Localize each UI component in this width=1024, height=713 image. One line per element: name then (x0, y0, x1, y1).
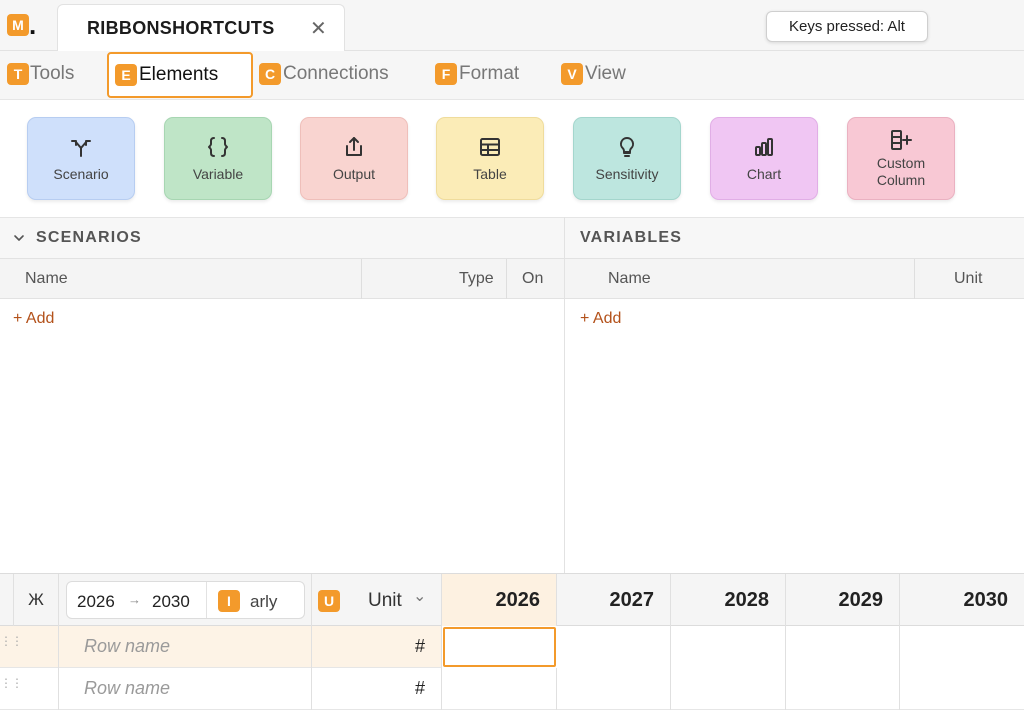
row-unit-value: # (415, 678, 426, 698)
share-icon (346, 136, 362, 156)
keytip-m: M (7, 14, 29, 36)
add-variable-link[interactable]: + Add (580, 310, 621, 328)
grid-corner-button[interactable]: Ж (14, 574, 59, 626)
keytip-v: V (561, 63, 583, 85)
value-cell[interactable] (786, 668, 900, 710)
tab-connections-label: Connections (283, 62, 389, 84)
tab-elements-label: Elements (139, 64, 219, 85)
tab-format-label: Format (459, 62, 520, 84)
sensitivity-button-label: Sensitivity (595, 165, 659, 182)
grid-gutter (0, 574, 14, 626)
scenarios-column-headers: Name Type On (0, 258, 564, 299)
keytip-i: I (218, 590, 240, 612)
variables-title: VARIABLES (580, 229, 683, 246)
row-name-placeholder: Row name (84, 678, 171, 698)
variables-col-name[interactable]: Name (608, 270, 651, 288)
year-header-2028[interactable]: 2028 (671, 574, 786, 626)
tab-view[interactable]: View (585, 51, 626, 96)
year-header-2027[interactable]: 2027 (557, 574, 671, 626)
scenarios-header[interactable]: SCENARIOS (0, 217, 564, 258)
period-select[interactable]: arly (250, 592, 277, 612)
app-logo[interactable]: . (29, 12, 36, 38)
keytip-f: F (435, 63, 457, 85)
row-unit-value: # (415, 636, 426, 656)
column-divider (361, 259, 362, 299)
grid-header-row: Ж 2026 → 2030 arly I Unit ⌄ U 2026 2027 … (0, 574, 1024, 626)
keytip-e: E (115, 64, 137, 86)
scenario-icon (71, 139, 91, 157)
table-row[interactable]: ⋮⋮ Row name # (0, 626, 1024, 668)
tab-connections[interactable]: Connections (283, 51, 389, 96)
tab-view-label: View (585, 62, 626, 84)
value-cell[interactable] (671, 668, 786, 710)
variables-col-unit[interactable]: Unit (954, 270, 982, 288)
output-button[interactable]: Output (300, 117, 408, 200)
variable-button[interactable]: Variable (164, 117, 272, 200)
range-end[interactable]: 2030 (152, 592, 190, 612)
scenario-button-label: Scenario (53, 165, 109, 182)
custom-column-button[interactable]: Custom Column (847, 117, 955, 200)
keys-pressed-indicator: Keys pressed: Alt (766, 11, 928, 42)
variables-header: VARIABLES (565, 217, 1024, 258)
row-gutter (14, 626, 59, 668)
variable-button-label: Variable (192, 165, 244, 182)
table-row[interactable]: ⋮⋮ Row name # (0, 668, 1024, 710)
tab-tools[interactable]: Tools (30, 51, 74, 96)
scenarios-title: SCENARIOS (36, 229, 142, 246)
selected-value-cell[interactable] (443, 627, 556, 667)
scenarios-col-on[interactable]: On (522, 270, 543, 288)
year-header-2029[interactable]: 2029 (786, 574, 900, 626)
output-button-label: Output (332, 165, 376, 182)
period-control-cell: 2026 → 2030 arly (59, 574, 312, 626)
table-button[interactable]: Table (436, 117, 544, 200)
lightbulb-icon (619, 136, 635, 157)
value-cell[interactable] (557, 668, 671, 710)
data-grid: Ж 2026 → 2030 arly I Unit ⌄ U 2026 2027 … (0, 573, 1024, 713)
row-gutter (14, 668, 59, 710)
document-tab[interactable]: RIBBONSHORTCUTS ✕ (57, 4, 345, 51)
column-divider (914, 259, 915, 299)
value-cell[interactable] (442, 668, 557, 710)
ribbon-toolbar: Scenario Variable Output Table Sensitivi… (0, 100, 1024, 217)
chart-button[interactable]: Chart (710, 117, 818, 200)
range-start[interactable]: 2026 (77, 592, 115, 612)
year-header-2030[interactable]: 2030 (900, 574, 1024, 626)
scenario-button[interactable]: Scenario (27, 117, 135, 200)
year-header-2026[interactable]: 2026 (442, 574, 557, 626)
ribbon-tabs: T Tools Elements E C Connections F Forma… (0, 51, 1024, 100)
drag-handle-icon[interactable]: ⋮⋮ (0, 677, 23, 698)
table-button-label: Table (473, 165, 507, 182)
drag-handle-icon[interactable]: ⋮⋮ (0, 635, 23, 656)
column-divider (506, 259, 507, 299)
braces-icon (208, 136, 228, 157)
chevron-down-icon[interactable] (13, 232, 25, 244)
date-range-control[interactable]: 2026 → 2030 arly (66, 581, 305, 619)
add-scenario-link[interactable]: + Add (13, 310, 54, 328)
value-cell[interactable] (786, 626, 900, 668)
scenarios-col-name[interactable]: Name (25, 270, 68, 288)
tab-tools-label: Tools (30, 62, 75, 84)
chart-button-label: Chart (746, 165, 782, 182)
variables-column-headers: Name Unit (565, 258, 1024, 299)
document-tab-title: RIBBONSHORTCUTS (87, 18, 275, 38)
keytip-t: T (7, 63, 29, 85)
unit-header-label: Unit (368, 590, 402, 611)
row-name-placeholder: Row name (84, 636, 171, 656)
control-divider (206, 582, 207, 618)
close-icon[interactable]: ✕ (310, 16, 327, 41)
chevron-down-icon[interactable]: ⌄ (413, 586, 426, 606)
keytip-u: U (318, 590, 340, 612)
scenarios-col-type[interactable]: Type (459, 270, 494, 288)
add-column-icon (891, 130, 912, 150)
value-cell[interactable] (671, 626, 786, 668)
value-cell[interactable] (557, 626, 671, 668)
bar-chart-icon (755, 137, 773, 156)
table-icon (480, 137, 500, 156)
title-bar: M . RIBBONSHORTCUTS ✕ Keys pressed: Alt (0, 0, 1024, 51)
sensitivity-button[interactable]: Sensitivity (573, 117, 681, 200)
custom-column-button-label: Custom Column (876, 155, 926, 188)
tab-format[interactable]: Format (459, 51, 519, 96)
keytip-c: C (259, 63, 281, 85)
arrow-right-icon: → (128, 592, 141, 607)
